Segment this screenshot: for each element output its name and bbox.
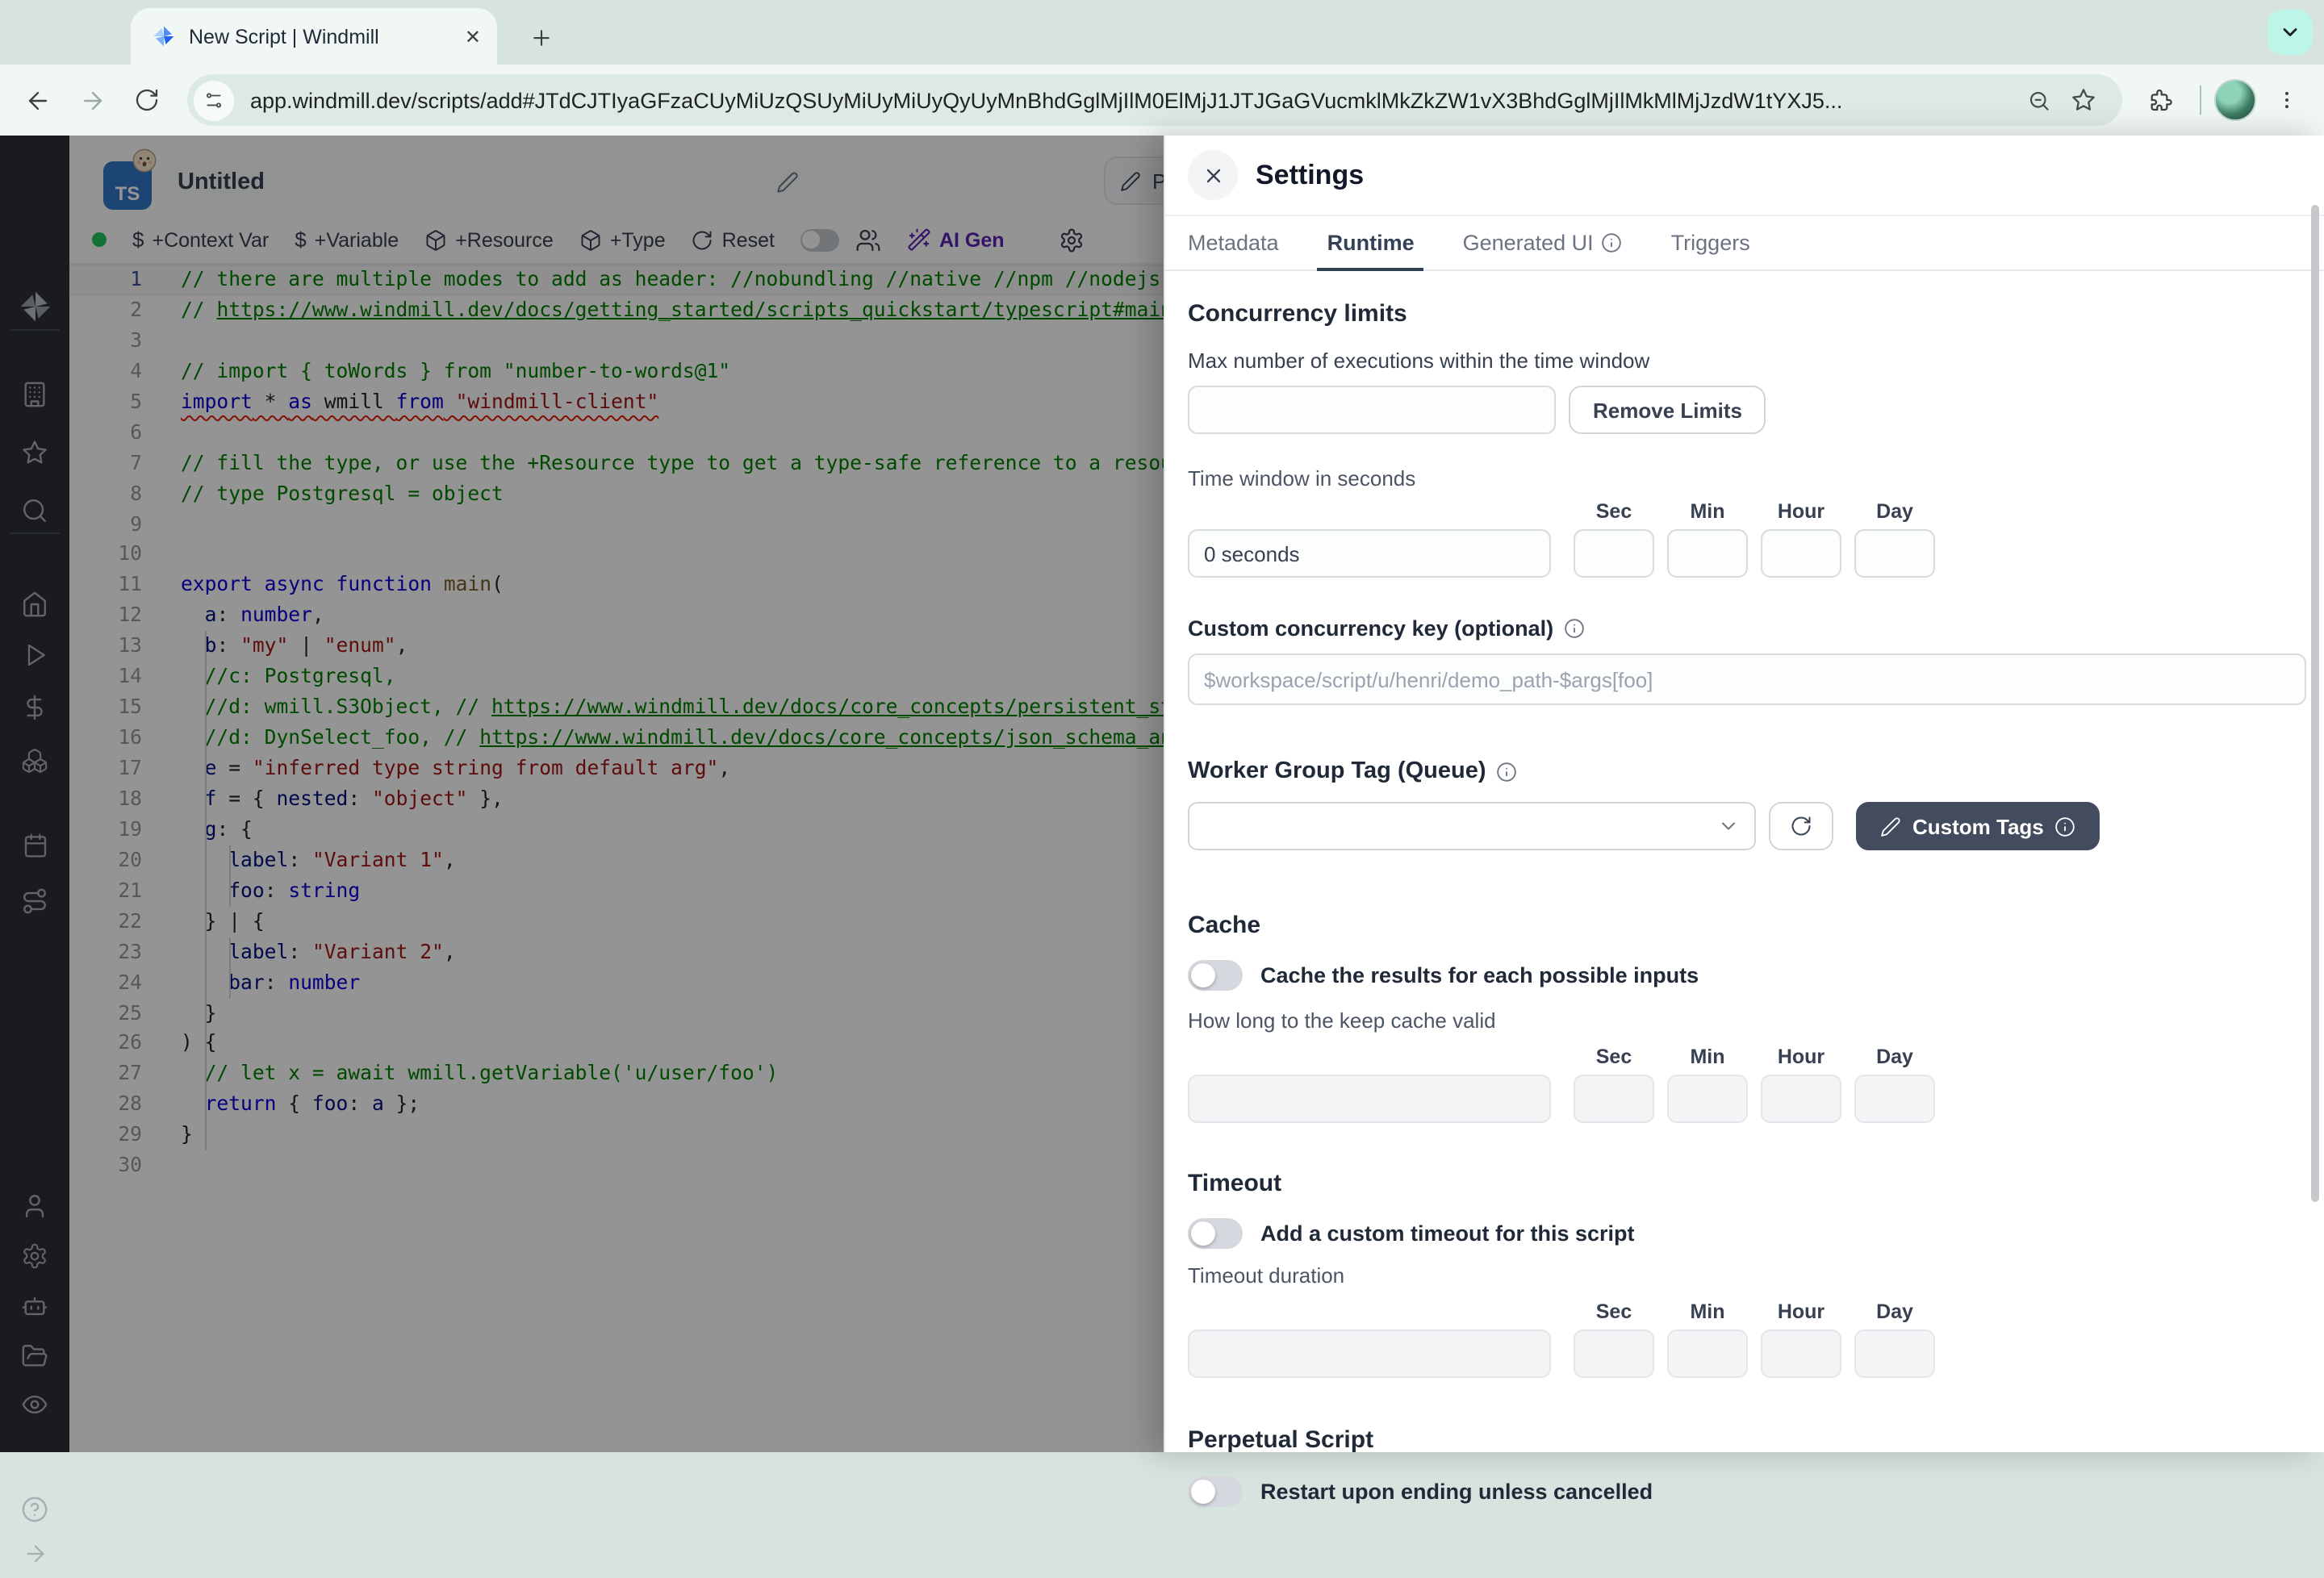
- info-icon: [2055, 816, 2076, 837]
- info-icon: [1496, 761, 1517, 782]
- time-window-day-input[interactable]: [1854, 529, 1935, 578]
- custom-tags-button[interactable]: Custom Tags: [1856, 802, 2100, 850]
- tab-triggers[interactable]: Triggers: [1671, 216, 1750, 269]
- perpetual-toggle-label: Restart upon ending unless cancelled: [1260, 1480, 1653, 1504]
- tab-metadata[interactable]: Metadata: [1188, 216, 1279, 269]
- forward-icon[interactable]: [65, 73, 119, 127]
- duration-unit-label: Min: [1667, 500, 1748, 523]
- cache-total-input[interactable]: [1188, 1075, 1551, 1123]
- timeout-toggle[interactable]: [1188, 1218, 1243, 1249]
- cache-sec-input[interactable]: [1574, 1075, 1654, 1123]
- info-icon: [1563, 618, 1584, 639]
- time-window-hour-input[interactable]: [1761, 529, 1841, 578]
- browser-tab[interactable]: New Script | Windmill ✕: [131, 8, 497, 65]
- cache-min-input[interactable]: [1667, 1075, 1748, 1123]
- tab-close-icon[interactable]: ✕: [465, 27, 481, 46]
- worker-group-heading: Worker Group Tag (Queue): [1188, 758, 2305, 784]
- kebab-menu-icon[interactable]: [2259, 73, 2314, 127]
- timeout-min-input[interactable]: [1667, 1330, 1748, 1378]
- toolbar-separator: [2200, 86, 2201, 115]
- browser-tabstrip: New Script | Windmill ✕: [0, 0, 2324, 65]
- tab-runtime[interactable]: Runtime: [1327, 216, 1415, 269]
- duration-unit-label: Min: [1667, 1046, 1748, 1068]
- cache-toggle-label: Cache the results for each possible inpu…: [1260, 963, 1699, 987]
- sidebar-expand-arrow-icon[interactable]: [0, 1530, 69, 1578]
- page: TS Untitled Pa $+Context Var: [0, 136, 2324, 1452]
- duration-unit-label: Hour: [1761, 1046, 1841, 1068]
- perpetual-heading: Perpetual Script: [1188, 1426, 2305, 1454]
- windmill-favicon: [152, 24, 176, 48]
- refresh-tags-button[interactable]: [1769, 802, 1833, 850]
- back-icon[interactable]: [10, 73, 65, 127]
- duration-unit-label: Day: [1854, 500, 1935, 523]
- new-tab-button[interactable]: [520, 16, 562, 58]
- time-window-min-input[interactable]: [1667, 529, 1748, 578]
- duration-unit-label: Hour: [1761, 500, 1841, 523]
- profile-avatar[interactable]: [2214, 79, 2256, 121]
- close-icon[interactable]: [1188, 150, 1238, 200]
- pencil-icon: [1880, 816, 1901, 837]
- info-icon: [1602, 232, 1623, 253]
- zoom-out-icon[interactable]: [2016, 77, 2061, 123]
- timeout-toggle-label: Add a custom timeout for this script: [1260, 1221, 1635, 1246]
- sidebar-item-help-icon[interactable]: [0, 1484, 69, 1533]
- url-bar[interactable]: app.windmill.dev/scripts/add#JTdCJTIyaGF…: [187, 74, 2122, 126]
- timeout-hour-input[interactable]: [1761, 1330, 1841, 1378]
- drawer-title: Settings: [1256, 159, 1364, 191]
- extensions-puzzle-icon[interactable]: [2132, 73, 2187, 127]
- screen: New Script | Windmill ✕ app.windmill.dev…: [0, 0, 2324, 1452]
- max-executions-label: Max number of executions within the time…: [1188, 349, 2305, 373]
- url-text[interactable]: app.windmill.dev/scripts/add#JTdCJTIyaGF…: [250, 88, 2016, 112]
- duration-unit-label: Min: [1667, 1300, 1748, 1323]
- cache-day-input[interactable]: [1854, 1075, 1935, 1123]
- modal-backdrop[interactable]: [0, 136, 1164, 1452]
- timeout-total-input[interactable]: [1188, 1330, 1551, 1378]
- bookmark-star-icon[interactable]: [2061, 77, 2106, 123]
- cache-hour-input[interactable]: [1761, 1075, 1841, 1123]
- time-window-duration-row: Sec Min Hour Day: [1188, 500, 2305, 578]
- tab-title: New Script | Windmill: [189, 25, 452, 48]
- worker-group-select[interactable]: [1188, 802, 1756, 850]
- timeout-heading: Timeout: [1188, 1170, 2305, 1197]
- time-window-total-input[interactable]: [1188, 529, 1551, 578]
- timeout-sec-input[interactable]: [1574, 1330, 1654, 1378]
- duration-unit-label: Hour: [1761, 1300, 1841, 1323]
- timeout-duration-label: Timeout duration: [1188, 1263, 2305, 1288]
- tab-search-chevron-button[interactable]: [2268, 10, 2313, 55]
- drawer-header: Settings: [1165, 136, 2324, 216]
- duration-unit-label: Day: [1854, 1046, 1935, 1068]
- duration-unit-label: Sec: [1574, 500, 1654, 523]
- settings-tabs: Metadata Runtime Generated UI Triggers: [1165, 216, 2324, 271]
- concurrency-key-label: Custom concurrency key (optional): [1188, 616, 2305, 641]
- concurrency-heading: Concurrency limits: [1188, 300, 2305, 328]
- max-executions-input[interactable]: [1188, 386, 1556, 434]
- cache-duration-row: Sec Min Hour Day: [1188, 1046, 2305, 1123]
- remove-limits-button[interactable]: Remove Limits: [1569, 386, 1766, 434]
- concurrency-key-input[interactable]: [1188, 653, 2306, 705]
- refresh-icon: [1790, 815, 1812, 837]
- duration-unit-label: Day: [1854, 1300, 1935, 1323]
- cache-duration-label: How long to the keep cache valid: [1188, 1008, 2305, 1033]
- timeout-day-input[interactable]: [1854, 1330, 1935, 1378]
- tab-generated-ui[interactable]: Generated UI: [1463, 216, 1623, 269]
- time-window-sec-input[interactable]: [1574, 529, 1654, 578]
- runtime-settings: Concurrency limits Max number of executi…: [1165, 271, 2324, 1507]
- timeout-duration-row: Sec Min Hour Day: [1188, 1300, 2305, 1378]
- duration-unit-label: Sec: [1574, 1046, 1654, 1068]
- perpetual-toggle[interactable]: [1188, 1476, 1243, 1507]
- duration-unit-label: Sec: [1574, 1300, 1654, 1323]
- cache-toggle[interactable]: [1188, 960, 1243, 991]
- chevron-down-icon: [1717, 815, 1740, 837]
- cache-heading: Cache: [1188, 912, 2305, 939]
- drawer-scrollbar[interactable]: [2311, 205, 2319, 1202]
- tune-icon[interactable]: [194, 80, 234, 120]
- reload-icon[interactable]: [119, 73, 174, 127]
- settings-drawer: Settings Metadata Runtime Generated UI T…: [1164, 136, 2324, 1452]
- browser-toolbar: app.windmill.dev/scripts/add#JTdCJTIyaGF…: [0, 65, 2324, 136]
- time-window-label: Time window in seconds: [1188, 466, 2305, 491]
